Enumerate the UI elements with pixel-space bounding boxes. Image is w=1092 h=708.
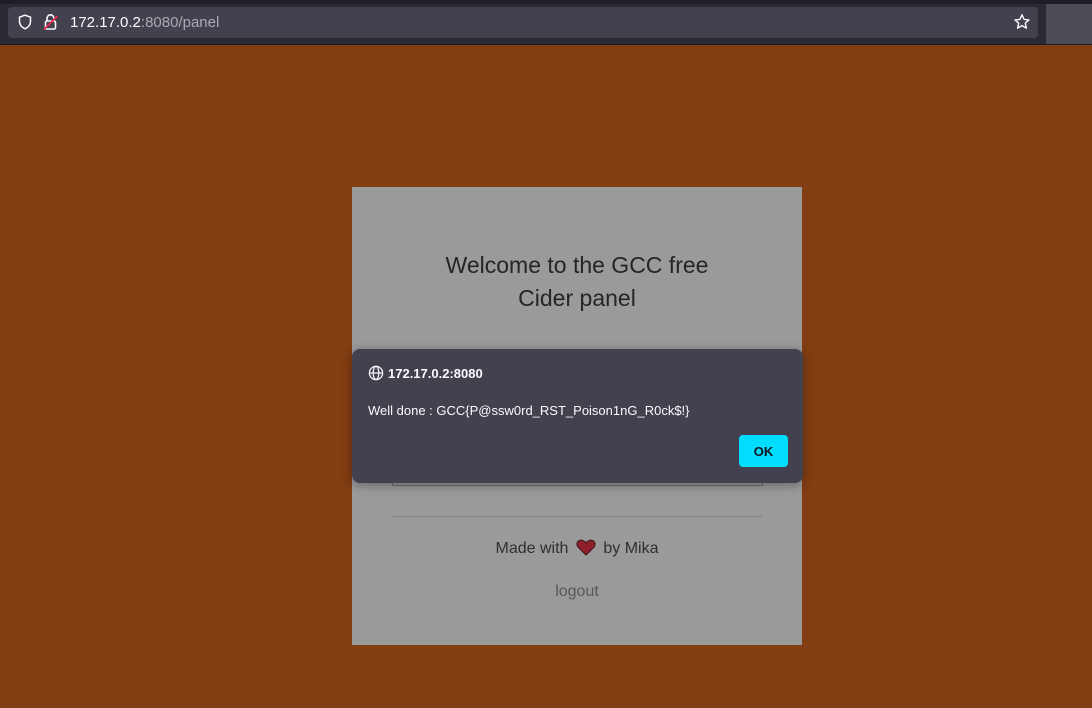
globe-icon (368, 365, 384, 381)
made-with-suffix: by Mika (603, 540, 659, 557)
page-title-line2: Cider panel (518, 285, 636, 311)
ok-button[interactable]: OK (739, 435, 788, 467)
browser-toolbar: 172.17.0.2:8080/panel (0, 0, 1092, 45)
lock-icon[interactable] (42, 13, 60, 31)
url-text[interactable]: 172.17.0.2:8080/panel (70, 14, 219, 31)
footer-credit: Made with by Mika (352, 539, 802, 558)
page-title-line1: Welcome to the GCC free (445, 252, 709, 278)
shield-icon[interactable] (17, 14, 33, 30)
dialog-origin-text: 172.17.0.2:8080 (388, 366, 483, 381)
heart-icon (576, 539, 596, 556)
made-with-prefix: Made with (495, 540, 569, 557)
address-bar[interactable]: 172.17.0.2:8080/panel (8, 7, 1038, 38)
dialog-origin: 172.17.0.2:8080 (368, 365, 483, 381)
url-path: :8080/panel (140, 14, 220, 31)
dialog-message: Well done : GCC{P@ssw0rd_RST_Poison1nG_R… (368, 403, 690, 418)
tab-strip-edge (0, 0, 1092, 4)
alert-dialog: 172.17.0.2:8080 Well done : GCC{P@ssw0rd… (352, 349, 803, 483)
page-title: Welcome to the GCC free Cider panel (352, 249, 802, 315)
divider (392, 516, 762, 517)
logout-link[interactable]: logout (352, 583, 802, 601)
star-icon[interactable] (1013, 13, 1031, 31)
toolbar-extension-area (1046, 4, 1092, 44)
url-host: 172.17.0.2 (70, 14, 141, 31)
